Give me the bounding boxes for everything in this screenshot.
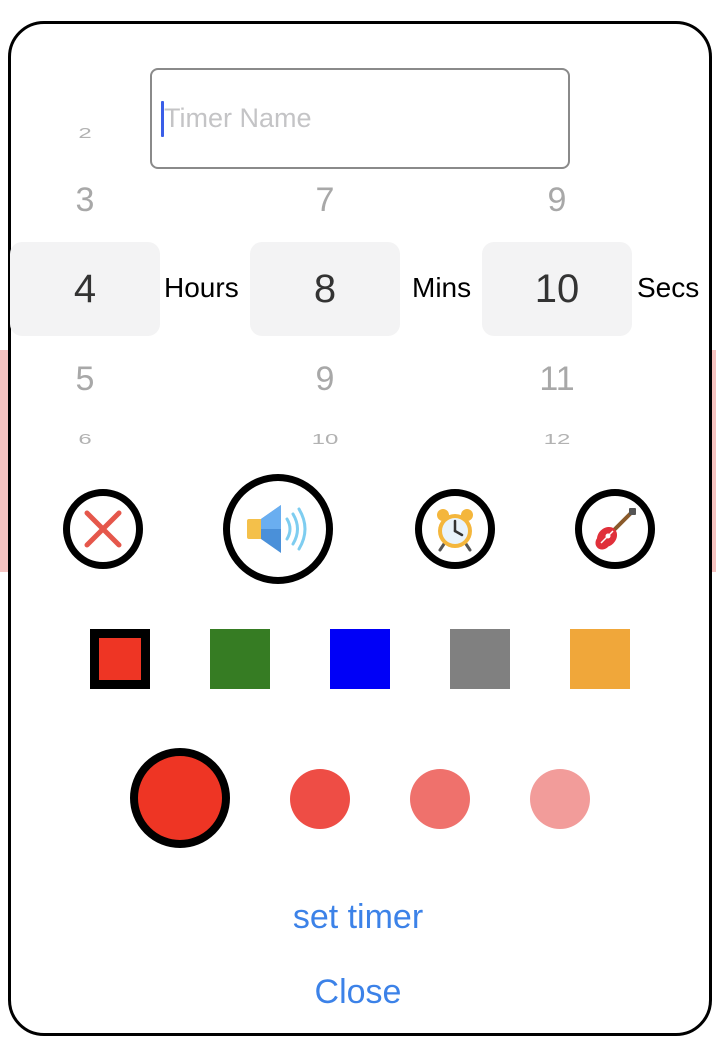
set-timer-button[interactable]: set timer <box>0 898 716 937</box>
text-cursor <box>161 101 164 137</box>
speaker-icon <box>247 505 307 553</box>
hours-option[interactable]: 6 <box>10 432 160 449</box>
sound-option-alarm[interactable] <box>415 489 495 569</box>
secs-option[interactable]: 11 <box>482 360 632 399</box>
mins-option[interactable]: 10 <box>250 432 400 449</box>
mins-option[interactable]: 9 <box>250 360 400 399</box>
mins-unit-label: Mins <box>412 272 472 303</box>
shade-option-1[interactable] <box>130 748 230 848</box>
hours-option[interactable]: 3 <box>10 181 160 220</box>
close-button[interactable]: Close <box>0 973 716 1012</box>
mins-selected-value[interactable]: 8 <box>250 267 400 312</box>
guitar-icon <box>595 508 636 550</box>
secs-selected-value[interactable]: 10 <box>482 267 632 312</box>
secs-unit-label: Secs <box>637 272 700 303</box>
sound-option-none[interactable] <box>63 489 143 569</box>
secs-option[interactable]: 12 <box>482 432 632 449</box>
no-sound-icon <box>84 510 122 548</box>
sound-option-speaker[interactable] <box>223 474 333 584</box>
mins-option[interactable]: 7 <box>250 181 400 220</box>
color-swatch-blue[interactable] <box>330 629 390 689</box>
color-swatch-red[interactable] <box>90 629 150 689</box>
shade-option-2[interactable] <box>290 769 350 829</box>
secs-option[interactable]: 9 <box>482 181 632 220</box>
hours-option[interactable]: 2 <box>10 126 160 143</box>
color-swatch-gray[interactable] <box>450 629 510 689</box>
alarm-clock-icon <box>437 509 473 552</box>
timer-name-input[interactable] <box>150 68 570 169</box>
hours-unit-label: Hours <box>164 272 239 303</box>
hours-picker[interactable]: 2 3 4 5 6 <box>10 100 160 470</box>
color-swatch-orange[interactable] <box>570 629 630 689</box>
shade-option-4[interactable] <box>530 769 590 829</box>
sound-option-guitar[interactable] <box>575 489 655 569</box>
shade-option-3[interactable] <box>410 769 470 829</box>
color-swatch-green[interactable] <box>210 629 270 689</box>
hours-selected-value[interactable]: 4 <box>10 267 160 312</box>
hours-option[interactable]: 5 <box>10 360 160 399</box>
